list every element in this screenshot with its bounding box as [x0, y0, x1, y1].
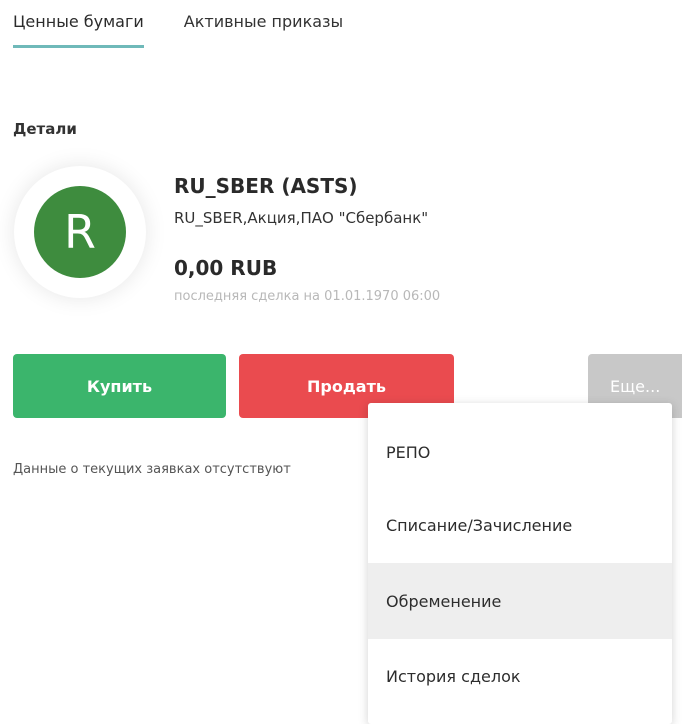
avatar-frame: R: [14, 166, 146, 298]
last-trade-info: последняя сделка на 01.01.1970 06:00: [174, 289, 441, 304]
menu-item-write-off-credit[interactable]: Списание/Зачисление: [368, 489, 672, 561]
tab-bar: Ценные бумаги Активные приказы: [13, 12, 343, 48]
avatar: R: [34, 186, 126, 278]
security-title: RU_SBER (ASTS): [174, 174, 358, 198]
menu-item-encumbrance[interactable]: Обременение: [368, 563, 672, 639]
security-description: RU_SBER,Акция,ПАО "Сбербанк": [174, 209, 429, 227]
menu-item-trade-history[interactable]: История сделок: [368, 639, 672, 713]
buy-button[interactable]: Купить: [13, 354, 226, 418]
tab-active-orders[interactable]: Активные приказы: [184, 12, 343, 48]
security-price: 0,00 RUB: [174, 256, 278, 280]
more-dropdown-menu: РЕПО Списание/Зачисление Обременение Ист…: [368, 403, 672, 724]
menu-item-repo[interactable]: РЕПО: [368, 417, 672, 487]
tab-securities[interactable]: Ценные бумаги: [13, 12, 144, 48]
no-orders-message: Данные о текущих заявках отсутствуют: [13, 462, 291, 477]
details-heading: Детали: [13, 120, 77, 138]
